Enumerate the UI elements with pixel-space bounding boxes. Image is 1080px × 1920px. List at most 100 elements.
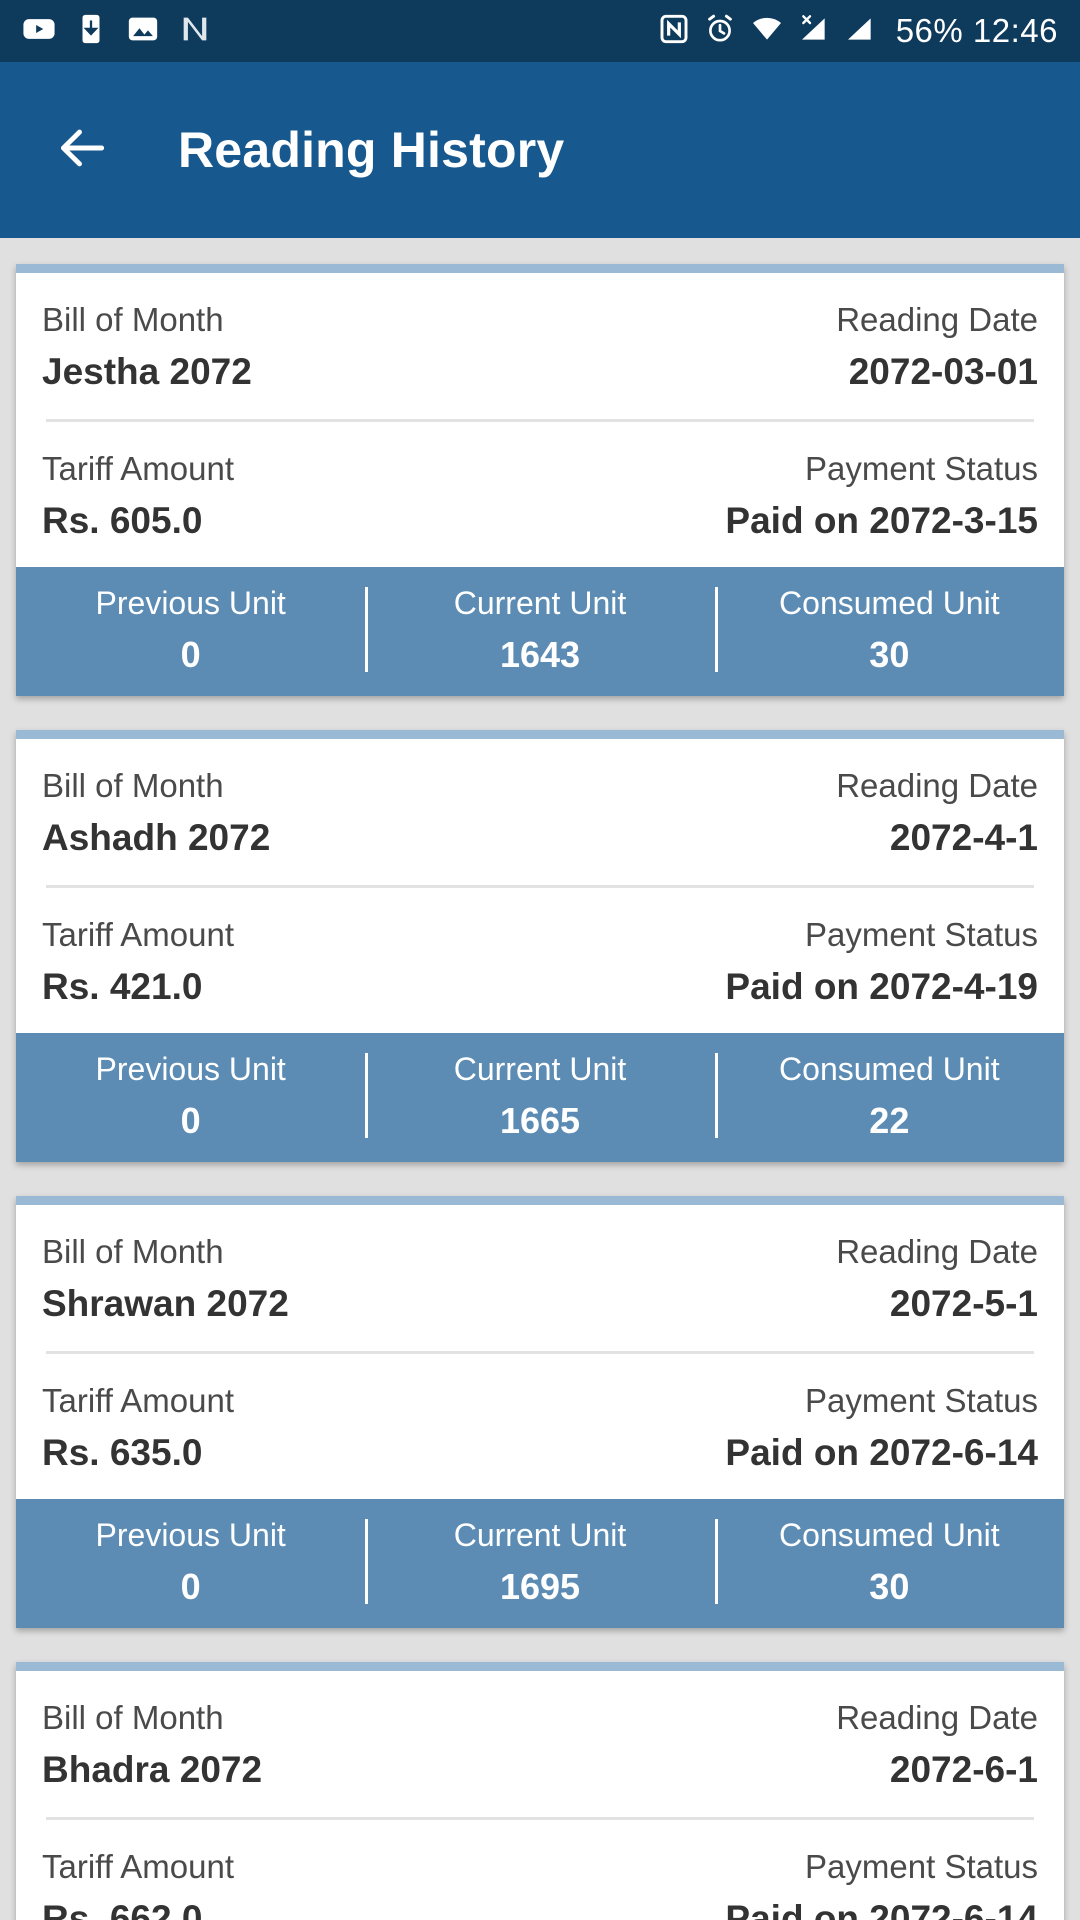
previous-unit-cell: Previous Unit 0 bbox=[16, 1049, 365, 1142]
page-title: Reading History bbox=[178, 122, 565, 178]
current-unit-label: Current Unit bbox=[453, 1051, 627, 1088]
download-to-device-icon bbox=[74, 12, 108, 51]
consumed-unit-cell: Consumed Unit 30 bbox=[714, 583, 1064, 676]
card-row-tariff: Tariff Amount Rs. 635.0 Payment Status P… bbox=[42, 1354, 1038, 1500]
status-bar-system-icons: 56% 12:46 bbox=[658, 12, 1058, 50]
tariff-amount-field: Tariff Amount Rs. 635.0 bbox=[42, 1380, 234, 1476]
payment-status-label: Payment Status bbox=[805, 915, 1038, 953]
bill-of-month-label: Bill of Month bbox=[42, 1233, 224, 1271]
tariff-amount-value: Rs. 605.0 bbox=[42, 499, 203, 541]
current-unit-cell: Current Unit 1665 bbox=[365, 1049, 714, 1142]
reading-date-value: 2072-5-1 bbox=[889, 1283, 1038, 1325]
bill-of-month-label: Bill of Month bbox=[42, 767, 224, 805]
card-row-month: Bill of Month Bhadra 2072 Reading Date 2… bbox=[42, 1671, 1038, 1817]
units-bar: Previous Unit 0 Current Unit 1665 Consum… bbox=[16, 1033, 1064, 1163]
alarm-clock-icon bbox=[704, 13, 736, 50]
youtube-icon bbox=[22, 12, 56, 51]
card-body: Bill of Month Ashadh 2072 Reading Date 2… bbox=[16, 739, 1064, 1033]
card-row-month: Bill of Month Ashadh 2072 Reading Date 2… bbox=[42, 739, 1038, 885]
payment-status-value: Paid on 2072-6-14 bbox=[725, 1432, 1038, 1474]
bill-of-month-field: Bill of Month Bhadra 2072 bbox=[42, 1697, 262, 1793]
previous-unit-value: 0 bbox=[180, 633, 201, 675]
reading-date-field: Reading Date 2072-5-1 bbox=[836, 1231, 1038, 1327]
previous-unit-cell: Previous Unit 0 bbox=[16, 1515, 365, 1608]
no-sim-signal-icon bbox=[798, 13, 830, 50]
cellular-signal-icon bbox=[844, 13, 876, 50]
consumed-unit-label: Consumed Unit bbox=[779, 1051, 1000, 1088]
card-accent-strip bbox=[16, 1662, 1064, 1672]
reading-history-card[interactable]: Bill of Month Shrawan 2072 Reading Date … bbox=[16, 1196, 1064, 1629]
bill-of-month-value: Shrawan 2072 bbox=[42, 1283, 289, 1325]
card-body: Bill of Month Jestha 2072 Reading Date 2… bbox=[16, 273, 1064, 567]
screenshot-image-icon bbox=[126, 12, 160, 51]
reading-date-value: 2072-4-1 bbox=[889, 817, 1038, 859]
current-unit-value: 1643 bbox=[499, 633, 581, 675]
reading-date-label: Reading Date bbox=[836, 1699, 1038, 1737]
current-unit-value: 1695 bbox=[499, 1566, 581, 1607]
current-unit-label: Current Unit bbox=[453, 1517, 627, 1554]
payment-status-label: Payment Status bbox=[805, 1381, 1038, 1419]
nova-launcher-icon bbox=[178, 12, 212, 51]
reading-history-list[interactable]: Bill of Month Jestha 2072 Reading Date 2… bbox=[0, 238, 1080, 1920]
consumed-unit-cell: Consumed Unit 22 bbox=[714, 1049, 1064, 1142]
consumed-unit-label: Consumed Unit bbox=[779, 1517, 1000, 1554]
consumed-unit-label: Consumed Unit bbox=[779, 585, 1000, 622]
tariff-amount-field: Tariff Amount Rs. 662.0 bbox=[42, 1846, 234, 1920]
units-bar: Previous Unit 0 Current Unit 1695 Consum… bbox=[16, 1499, 1064, 1629]
bill-of-month-label: Bill of Month bbox=[42, 1699, 224, 1737]
bill-of-month-label: Bill of Month bbox=[42, 301, 224, 338]
reading-history-card[interactable]: Bill of Month Bhadra 2072 Reading Date 2… bbox=[16, 1662, 1064, 1920]
card-body: Bill of Month Shrawan 2072 Reading Date … bbox=[16, 1205, 1064, 1499]
current-unit-cell: Current Unit 1643 bbox=[365, 583, 714, 676]
card-row-month: Bill of Month Shrawan 2072 Reading Date … bbox=[42, 1205, 1038, 1351]
consumed-unit-value: 22 bbox=[869, 1099, 910, 1141]
battery-and-clock-text: 56% 12:46 bbox=[895, 12, 1058, 49]
tariff-amount-label: Tariff Amount bbox=[42, 1847, 234, 1885]
card-accent-strip bbox=[16, 1196, 1064, 1206]
bill-of-month-value: Bhadra 2072 bbox=[42, 1749, 263, 1791]
current-unit-label: Current Unit bbox=[453, 585, 627, 622]
consumed-unit-value: 30 bbox=[869, 1566, 910, 1607]
tariff-amount-label: Tariff Amount bbox=[42, 449, 234, 487]
reading-history-card[interactable]: Bill of Month Ashadh 2072 Reading Date 2… bbox=[16, 730, 1064, 1163]
bill-of-month-value: Jestha 2072 bbox=[42, 351, 252, 393]
consumed-unit-value: 30 bbox=[869, 633, 910, 675]
previous-unit-value: 0 bbox=[180, 1566, 201, 1607]
current-unit-value: 1665 bbox=[499, 1099, 581, 1141]
reading-history-card[interactable]: Bill of Month Jestha 2072 Reading Date 2… bbox=[16, 264, 1064, 697]
payment-status-field: Payment Status Paid on 2072-6-14 bbox=[725, 1380, 1038, 1476]
card-row-tariff: Tariff Amount Rs. 605.0 Payment Status P… bbox=[42, 422, 1038, 568]
payment-status-value: Paid on 2072-6-14 bbox=[725, 1898, 1038, 1920]
app-bar: Reading History bbox=[0, 62, 1080, 238]
tariff-amount-value: Rs. 421.0 bbox=[42, 965, 203, 1007]
payment-status-label: Payment Status bbox=[805, 1847, 1038, 1885]
status-bar: 56% 12:46 bbox=[0, 0, 1080, 62]
previous-unit-label: Previous Unit bbox=[95, 585, 286, 622]
consumed-unit-cell: Consumed Unit 30 bbox=[714, 1515, 1064, 1608]
wifi-icon bbox=[750, 13, 784, 50]
previous-unit-cell: Previous Unit 0 bbox=[16, 583, 365, 676]
card-accent-strip bbox=[16, 264, 1064, 273]
reading-date-value: 2072-03-01 bbox=[848, 351, 1038, 393]
reading-date-field: Reading Date 2072-6-1 bbox=[836, 1697, 1038, 1793]
card-row-tariff: Tariff Amount Rs. 662.0 Payment Status P… bbox=[42, 1820, 1038, 1920]
tariff-amount-label: Tariff Amount bbox=[42, 1381, 234, 1419]
payment-status-field: Payment Status Paid on 2072-6-14 bbox=[725, 1846, 1038, 1920]
tariff-amount-field: Tariff Amount Rs. 605.0 bbox=[42, 448, 234, 544]
bill-of-month-value: Ashadh 2072 bbox=[42, 817, 271, 859]
nfc-icon bbox=[658, 13, 690, 50]
previous-unit-label: Previous Unit bbox=[95, 1517, 286, 1554]
tariff-amount-field: Tariff Amount Rs. 421.0 bbox=[42, 914, 234, 1010]
back-button[interactable] bbox=[46, 113, 120, 187]
bill-of-month-field: Bill of Month Ashadh 2072 bbox=[42, 765, 270, 861]
payment-status-field: Payment Status Paid on 2072-4-19 bbox=[725, 914, 1038, 1010]
reading-date-field: Reading Date 2072-4-1 bbox=[836, 765, 1038, 861]
tariff-amount-value: Rs. 662.0 bbox=[42, 1898, 203, 1920]
arrow-left-icon bbox=[55, 120, 111, 181]
payment-status-field: Payment Status Paid on 2072-3-15 bbox=[725, 448, 1038, 544]
previous-unit-label: Previous Unit bbox=[95, 1051, 286, 1088]
status-bar-notification-icons bbox=[22, 12, 212, 51]
bill-of-month-field: Bill of Month Shrawan 2072 bbox=[42, 1231, 289, 1327]
reading-date-label: Reading Date bbox=[836, 301, 1038, 338]
bill-of-month-field: Bill of Month Jestha 2072 bbox=[42, 299, 252, 395]
